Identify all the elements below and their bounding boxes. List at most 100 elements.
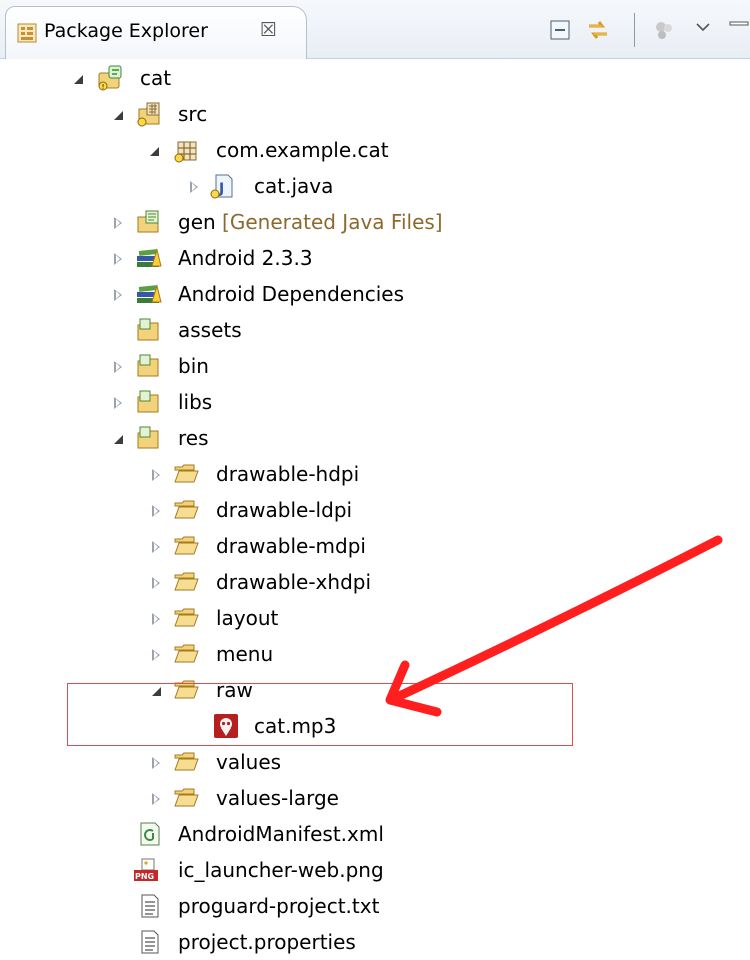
- project-tree: ! cat src com.example.cat J cat.java gen…: [0, 58, 750, 957]
- tree-item-drawable-hdpi[interactable]: drawable-hdpi: [0, 456, 750, 492]
- expand-toggle[interactable]: [152, 577, 160, 589]
- expand-toggle[interactable]: [114, 289, 122, 301]
- tree-item-label: values: [216, 750, 282, 774]
- tree-item-bin[interactable]: bin: [0, 348, 750, 384]
- expand-toggle[interactable]: [152, 541, 160, 553]
- tree-item-project-properties[interactable]: project.properties: [0, 924, 750, 960]
- tree-item-layout[interactable]: layout: [0, 600, 750, 636]
- tree-item-libs[interactable]: libs: [0, 384, 750, 420]
- tree-item-android-sdk[interactable]: Android 2.3.3: [0, 240, 750, 276]
- package-explorer-tab[interactable]: Package Explorer ☒: [5, 6, 307, 59]
- expand-toggle[interactable]: [190, 181, 198, 193]
- expand-toggle[interactable]: [152, 757, 160, 769]
- expand-toggle[interactable]: [152, 613, 160, 625]
- package-explorer-icon: [17, 23, 37, 43]
- library-icon: [137, 284, 162, 303]
- folder-open-icon: [174, 572, 199, 591]
- tree-item-cat-java[interactable]: J cat.java: [0, 168, 750, 204]
- tree-item-label: layout: [216, 606, 279, 630]
- tree-item-drawable-xhdpi[interactable]: drawable-xhdpi: [0, 564, 750, 600]
- package-icon: [174, 141, 197, 163]
- folder-open-icon: [174, 464, 199, 483]
- expand-toggle[interactable]: [114, 397, 122, 409]
- folder-open-icon: [174, 608, 199, 627]
- svg-text:!: !: [102, 83, 105, 91]
- link-with-editor-icon[interactable]: [586, 18, 610, 42]
- tree-item-label: bin: [178, 354, 209, 378]
- tree-item-values-large[interactable]: values-large: [0, 780, 750, 816]
- tree-item-drawable-ldpi[interactable]: drawable-ldpi: [0, 492, 750, 528]
- tree-item-label: drawable-xhdpi: [216, 570, 372, 594]
- android-project-icon: !: [98, 65, 122, 91]
- label-decoration: [Generated Java Files]: [222, 210, 443, 234]
- tree-item-label: ic_launcher-web.png: [178, 858, 384, 882]
- folder-open-icon: [174, 788, 199, 807]
- folder-icon: [137, 390, 159, 413]
- tree-item-label: res: [178, 426, 209, 450]
- collapse-all-icon[interactable]: [548, 18, 572, 42]
- highlight-box: [67, 683, 573, 746]
- expand-toggle[interactable]: [114, 361, 122, 373]
- tree-item-android-manifest[interactable]: AndroidManifest.xml: [0, 816, 750, 852]
- text-file-icon: [141, 894, 159, 918]
- expand-toggle[interactable]: [152, 649, 160, 661]
- view-tab-bar: Package Explorer ☒: [0, 0, 750, 59]
- library-icon: [137, 248, 162, 267]
- tree-item-label: libs: [178, 390, 213, 414]
- tree-item-label: cat: [140, 66, 172, 90]
- tree-item-src[interactable]: src: [0, 96, 750, 132]
- minimize-icon[interactable]: [728, 18, 750, 42]
- tree-item-label: Android 2.3.3: [178, 246, 313, 270]
- text-file-icon: [141, 930, 159, 954]
- folder-open-icon: [174, 644, 199, 663]
- tree-item-label: gen [Generated Java Files]: [178, 209, 443, 235]
- source-folder-icon: [137, 210, 159, 233]
- tree-item-label: proguard-project.txt: [178, 894, 380, 918]
- tree-item-proguard[interactable]: proguard-project.txt: [0, 888, 750, 924]
- tree-item-label: project.properties: [178, 930, 356, 954]
- folder-icon: [137, 318, 159, 341]
- tree-item-label: drawable-ldpi: [216, 498, 353, 522]
- tree-item-ic-launcher[interactable]: PNG ic_launcher-web.png: [0, 852, 750, 888]
- png-badge: PNG: [135, 872, 155, 881]
- close-icon[interactable]: ☒: [260, 19, 277, 41]
- tree-item-cat[interactable]: ! cat: [0, 60, 750, 96]
- java-file-icon: J: [210, 174, 233, 199]
- tree-item-values[interactable]: values: [0, 744, 750, 780]
- folder-icon: [137, 354, 159, 377]
- source-folder-icon: [137, 102, 160, 127]
- tree-item-label: menu: [216, 642, 274, 666]
- tree-item-label: cat.java: [254, 174, 334, 198]
- expand-toggle[interactable]: [152, 505, 160, 517]
- tree-item-package[interactable]: com.example.cat: [0, 132, 750, 168]
- expand-toggle[interactable]: [150, 147, 159, 156]
- expand-toggle[interactable]: [114, 435, 123, 444]
- view-menu-icon[interactable]: [694, 18, 712, 42]
- tree-item-label: src: [178, 102, 208, 126]
- focus-on-task-icon[interactable]: [652, 18, 676, 42]
- tree-item-label: Android Dependencies: [178, 282, 405, 306]
- tree-item-assets[interactable]: assets: [0, 312, 750, 348]
- xml-file-icon: [140, 822, 160, 846]
- tree-item-label: AndroidManifest.xml: [178, 822, 384, 846]
- expand-toggle[interactable]: [152, 469, 160, 481]
- expand-toggle[interactable]: [114, 111, 123, 120]
- tree-item-android-dependencies[interactable]: Android Dependencies: [0, 276, 750, 312]
- toolbar-separator: [634, 13, 635, 47]
- tree-item-label: values-large: [216, 786, 339, 810]
- tree-item-drawable-mdpi[interactable]: drawable-mdpi: [0, 528, 750, 564]
- tree-item-menu[interactable]: menu: [0, 636, 750, 672]
- tree-item-label: assets: [178, 318, 242, 342]
- folder-icon: [137, 426, 159, 449]
- expand-toggle[interactable]: [74, 75, 83, 84]
- expand-toggle[interactable]: [152, 793, 160, 805]
- expand-toggle[interactable]: [114, 253, 122, 265]
- folder-open-icon: [174, 752, 199, 771]
- tree-item-res[interactable]: res: [0, 420, 750, 456]
- view-title: Package Explorer: [44, 20, 208, 42]
- folder-open-icon: [174, 536, 199, 555]
- folder-open-icon: [174, 500, 199, 519]
- tree-item-gen[interactable]: gen [Generated Java Files]: [0, 204, 750, 240]
- tree-item-label: drawable-hdpi: [216, 462, 360, 486]
- expand-toggle[interactable]: [114, 217, 122, 229]
